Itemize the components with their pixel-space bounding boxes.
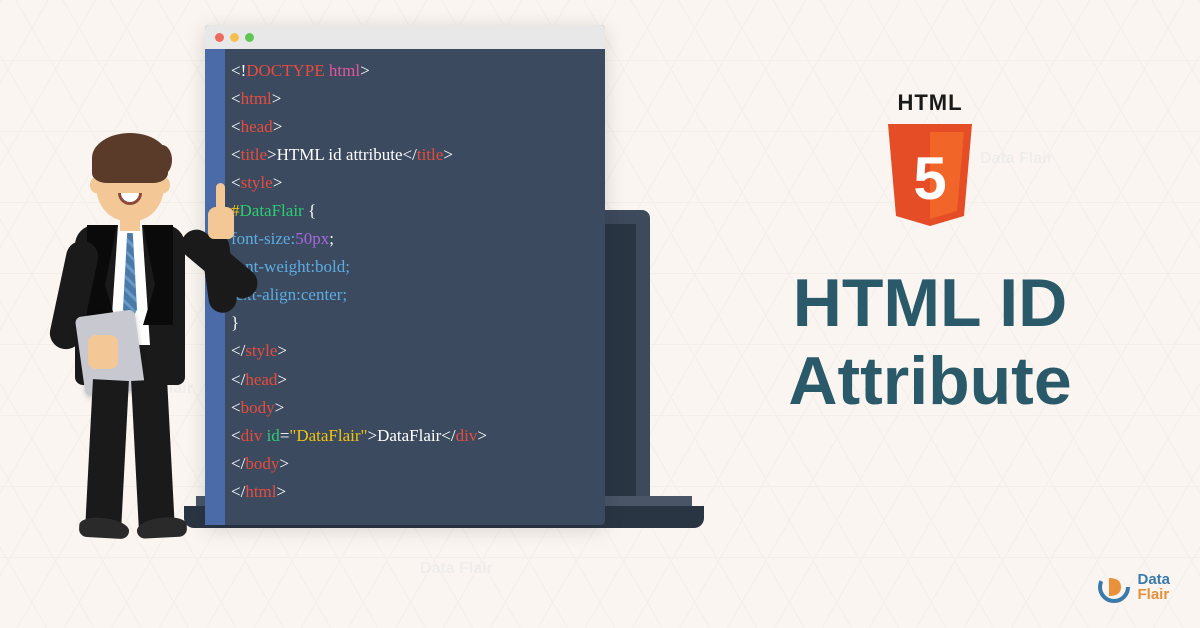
close-dot-icon bbox=[215, 33, 224, 42]
window-titlebar bbox=[205, 25, 605, 49]
html5-label: HTML bbox=[720, 90, 1140, 116]
dataflair-logo: Data Flair bbox=[1097, 570, 1170, 604]
svg-text:5: 5 bbox=[913, 145, 946, 212]
logo-icon bbox=[1097, 570, 1131, 604]
logo-text: Data Flair bbox=[1137, 572, 1170, 602]
presenter-character bbox=[30, 125, 230, 575]
page-title: HTML ID Attribute bbox=[720, 264, 1140, 420]
minimize-dot-icon bbox=[230, 33, 239, 42]
html5-shield-icon: 5 bbox=[880, 124, 980, 234]
maximize-dot-icon bbox=[245, 33, 254, 42]
right-panel: HTML 5 HTML ID Attribute bbox=[720, 90, 1140, 420]
code-editor-window: <!DOCTYPE html> <html> <head> <title>HTM… bbox=[205, 25, 605, 525]
code-content: <!DOCTYPE html> <html> <head> <title>HTM… bbox=[231, 57, 595, 506]
